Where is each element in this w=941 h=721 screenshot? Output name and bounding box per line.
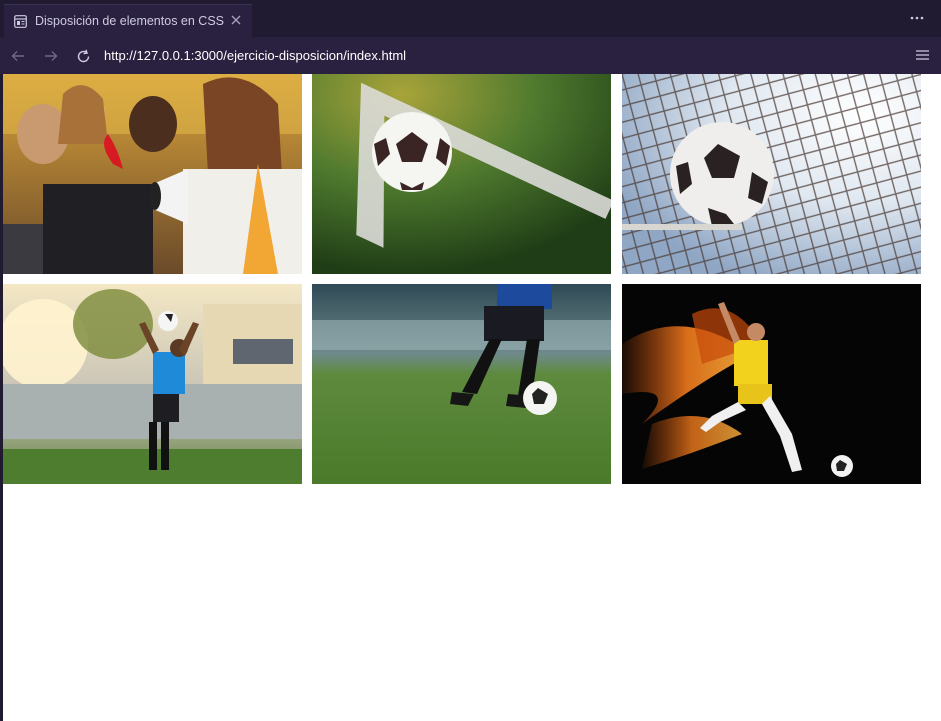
page-icon	[13, 14, 27, 28]
gallery-image-fans	[3, 74, 302, 274]
page-viewport	[3, 74, 941, 721]
navigation-bar: http://127.0.0.1:3000/ejercicio-disposic…	[0, 37, 941, 74]
tab-title: Disposición de elementos en CSS	[35, 14, 224, 28]
close-icon[interactable]	[228, 12, 244, 28]
gallery-image-yellow-kicker	[622, 284, 921, 484]
browser-tab[interactable]: Disposición de elementos en CSS	[4, 4, 252, 37]
address-bar[interactable]: http://127.0.0.1:3000/ejercicio-disposic…	[104, 47, 406, 65]
gallery-image-goal-net	[622, 74, 921, 274]
hamburger-icon[interactable]	[913, 46, 931, 64]
reload-icon[interactable]	[72, 45, 94, 67]
gallery-image-player-legs	[312, 284, 611, 484]
gallery-image-corner-ball	[312, 74, 611, 274]
gallery-image-header-player	[3, 284, 302, 484]
arrow-right-icon[interactable]	[40, 45, 62, 67]
tab-strip: Disposición de elementos en CSS	[0, 0, 941, 37]
ellipsis-icon[interactable]	[907, 8, 927, 28]
arrow-left-icon[interactable]	[7, 45, 29, 67]
